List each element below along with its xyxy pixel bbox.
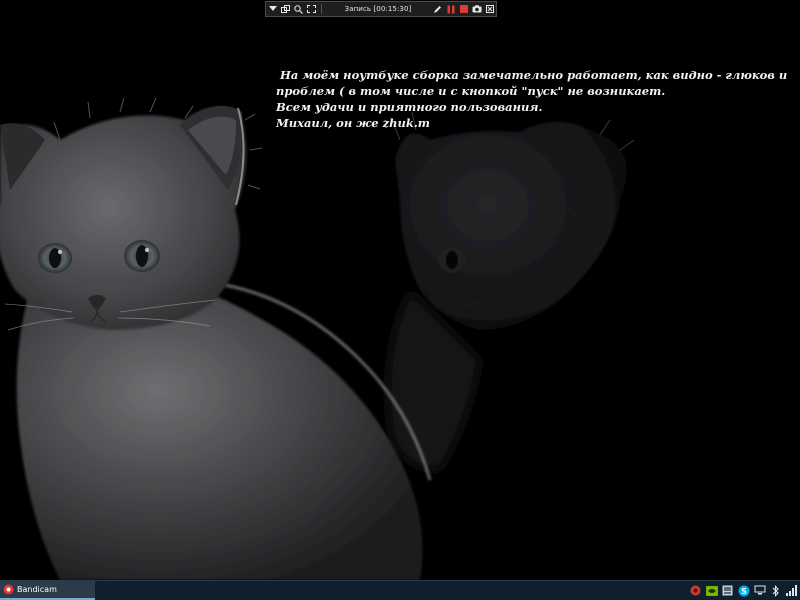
close-icon[interactable]: [483, 2, 496, 16]
stop-icon[interactable]: [457, 2, 470, 16]
taskbar-item-label: Bandicam: [17, 585, 57, 594]
svg-text:S: S: [741, 587, 747, 596]
dark-kitten: [387, 111, 635, 470]
recorder-toolbar: Запись [00:15:30]: [265, 1, 497, 17]
note-line: Всем удачи и приятного пользования.: [276, 100, 543, 114]
fullscreen-icon[interactable]: [305, 2, 318, 16]
desktop-note: На моём ноутбуке сборка замечательно раб…: [276, 67, 796, 131]
recording-status: Запись [00:15:30]: [344, 5, 412, 13]
nvidia-icon[interactable]: [704, 583, 719, 598]
search-icon[interactable]: [292, 2, 305, 16]
note-line: проблем ( в том числе и с кнопкой "пуск"…: [276, 84, 666, 98]
record-icon[interactable]: [688, 583, 703, 598]
bluetooth-icon[interactable]: [768, 583, 783, 598]
system-tray: S: [688, 581, 800, 600]
menu-arrow-icon[interactable]: [266, 2, 279, 16]
toolbar-divider: [321, 4, 322, 14]
window-mode-icon[interactable]: [279, 2, 292, 16]
camera-icon[interactable]: [470, 2, 483, 16]
signal-icon[interactable]: [784, 583, 799, 598]
pause-icon[interactable]: [444, 2, 457, 16]
tray-app-icon[interactable]: [720, 583, 735, 598]
pencil-icon[interactable]: [431, 2, 444, 16]
taskbar: Bandicam S: [0, 580, 800, 600]
bandicam-icon: [2, 584, 14, 596]
skype-icon[interactable]: S: [736, 583, 751, 598]
grey-kitten: [0, 97, 432, 580]
note-line: Михаил, он же zhuk.m: [276, 116, 430, 130]
desktop: Запись [00:15:30] На моём ноутбуке сборк…: [0, 0, 800, 600]
note-line: На моём ноутбуке сборка замечательно раб…: [276, 68, 788, 82]
network-icon[interactable]: [752, 583, 767, 598]
taskbar-item-bandicam[interactable]: Bandicam: [0, 581, 95, 600]
